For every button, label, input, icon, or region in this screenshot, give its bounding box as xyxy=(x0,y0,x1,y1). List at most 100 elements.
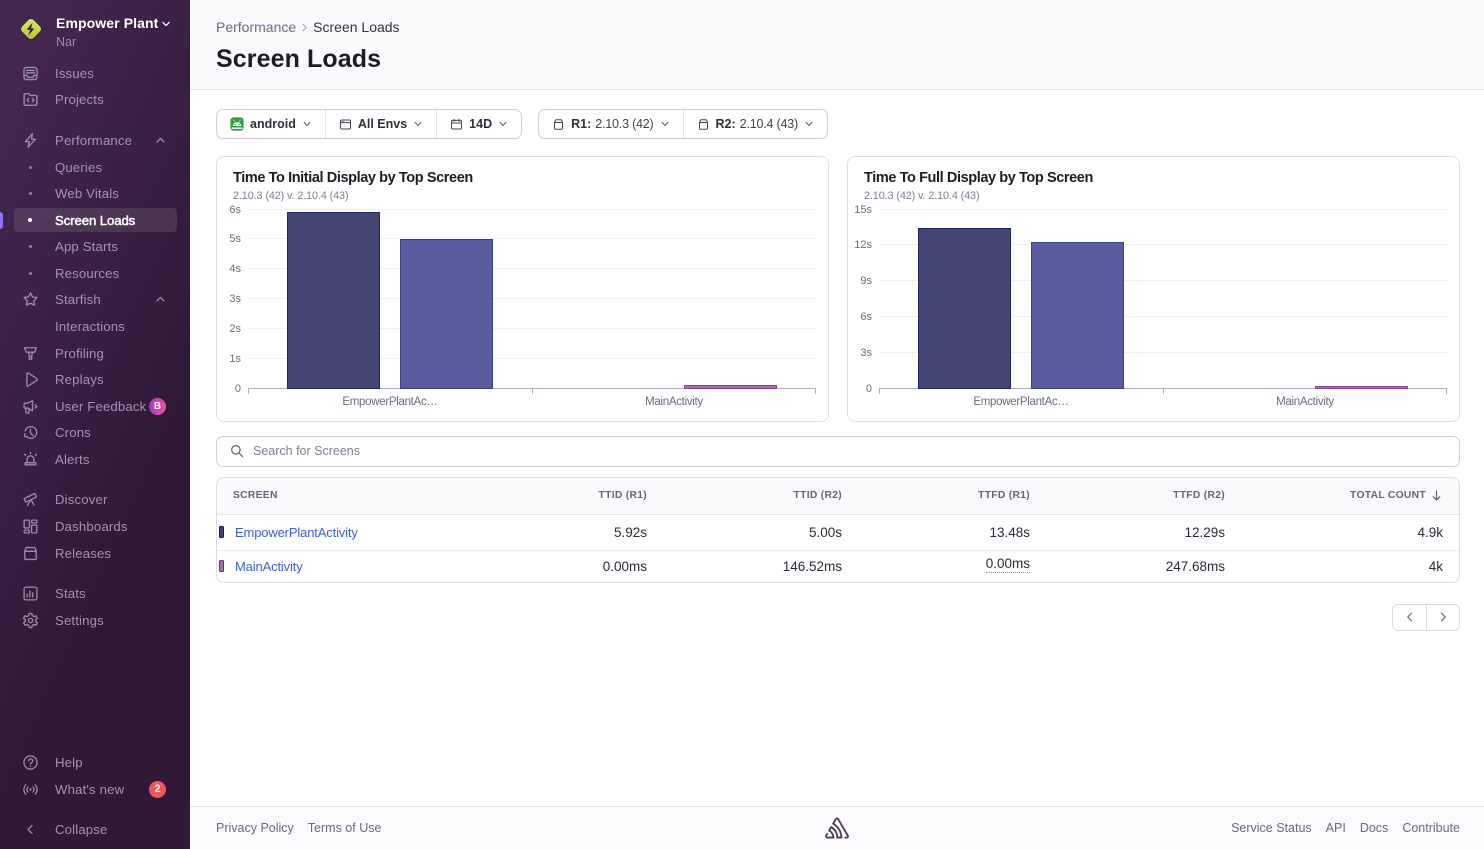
previous-page-button[interactable] xyxy=(1393,605,1426,630)
sidebar-item-label: Web Vitals xyxy=(55,186,119,201)
chart-bar[interactable] xyxy=(684,385,777,389)
page-header: Performance Screen Loads Screen Loads xyxy=(190,0,1484,90)
sidebar-item-label: Help xyxy=(55,755,83,770)
series-color-swatch xyxy=(219,526,224,538)
column-header-ttfd-r2[interactable]: TTFD (R2) xyxy=(1046,478,1241,514)
app: Empower Plant Nar Issues Projects Perfor… xyxy=(0,0,1484,849)
search-input[interactable] xyxy=(253,444,1447,458)
date-range-filter[interactable]: 14D xyxy=(436,110,521,138)
privacy-policy-link[interactable]: Privacy Policy xyxy=(216,821,294,835)
sidebar-item-projects[interactable]: Projects xyxy=(14,88,177,111)
column-header-ttid-r1[interactable]: TTID (R1) xyxy=(461,478,663,514)
ttfd-r1-cell: 0.00ms xyxy=(858,551,1046,582)
sidebar: Empower Plant Nar Issues Projects Perfor… xyxy=(0,0,190,849)
sidebar-item-app-starts[interactable]: App Starts xyxy=(14,235,177,258)
ttid-chart-panel: Time To Initial Display by Top Screen 2.… xyxy=(216,156,829,422)
column-header-ttfd-r1[interactable]: TTFD (R1) xyxy=(858,478,1046,514)
main-content: Performance Screen Loads Screen Loads an… xyxy=(190,0,1484,849)
sidebar-item-label: Projects xyxy=(55,92,104,107)
sidebar-item-settings[interactable]: Settings xyxy=(14,609,177,632)
terms-of-use-link[interactable]: Terms of Use xyxy=(308,821,382,835)
sort-desc-arrow-icon xyxy=(1430,489,1443,502)
release1-filter[interactable]: R1: 2.10.3 (42) xyxy=(539,110,682,138)
chevron-down-icon xyxy=(804,119,814,129)
sidebar-item-resources[interactable]: Resources xyxy=(14,262,177,285)
y-axis-tick-label: 2s xyxy=(229,322,241,336)
sidebar-item-stats[interactable]: Stats xyxy=(14,582,177,605)
screen-link[interactable]: EmpowerPlantActivity xyxy=(235,525,358,540)
sidebar-item-help[interactable]: Help xyxy=(14,751,177,774)
environment-filter[interactable]: All Envs xyxy=(325,110,436,138)
tooltip-underlined-value[interactable]: 0.00ms xyxy=(986,556,1030,573)
sidebar-item-alerts[interactable]: Alerts xyxy=(14,448,177,471)
series-color-swatch xyxy=(219,560,224,572)
bullet-dot xyxy=(21,264,39,282)
breadcrumb: Performance Screen Loads xyxy=(216,20,1460,35)
org-switcher[interactable]: Empower Plant Nar xyxy=(0,0,190,49)
service-status-link[interactable]: Service Status xyxy=(1231,821,1312,835)
x-axis-category-label: MainActivity xyxy=(645,396,703,408)
breadcrumb-performance[interactable]: Performance xyxy=(216,20,296,35)
total-count-cell: 4.9k xyxy=(1241,515,1459,550)
chart-bar[interactable] xyxy=(400,239,493,389)
next-page-button[interactable] xyxy=(1426,605,1459,630)
sidebar-item-dashboards[interactable]: Dashboards xyxy=(14,515,177,538)
chart-bar[interactable] xyxy=(918,228,1011,389)
sidebar-item-label: Queries xyxy=(55,160,102,175)
sidebar-item-profiling[interactable]: Profiling xyxy=(14,341,177,364)
whats-new-count-badge: 2 xyxy=(149,781,166,798)
column-header-total-count[interactable]: TOTAL COUNT xyxy=(1241,478,1459,514)
sidebar-item-issues[interactable]: Issues xyxy=(14,62,177,85)
screen-link[interactable]: MainActivity xyxy=(235,559,303,574)
sidebar-item-crons[interactable]: Crons xyxy=(14,421,177,444)
chevron-down-icon xyxy=(302,119,312,129)
chevron-up-icon[interactable] xyxy=(155,294,166,305)
docs-link[interactable]: Docs xyxy=(1360,821,1388,835)
nav-section-gap xyxy=(0,566,190,580)
chevron-left-icon xyxy=(21,821,39,839)
sidebar-item-web-vitals[interactable]: Web Vitals xyxy=(14,182,177,205)
project-filter-value: android xyxy=(250,117,296,131)
y-axis-tick-label: 12s xyxy=(854,238,872,252)
release2-filter[interactable]: R2: 2.10.4 (43) xyxy=(683,110,827,138)
contribute-link[interactable]: Contribute xyxy=(1402,821,1460,835)
nav-section-gap xyxy=(0,802,190,816)
bullet-dot xyxy=(21,158,39,176)
sidebar-item-label: Starfish xyxy=(55,292,101,307)
sidebar-item-discover[interactable]: Discover xyxy=(14,488,177,511)
sidebar-item-user-feedback[interactable]: User Feedback B xyxy=(14,395,177,418)
sidebar-item-starfish[interactable]: Starfish xyxy=(14,288,177,311)
calendar-icon xyxy=(450,118,463,131)
column-header-screen[interactable]: SCREEN xyxy=(217,478,461,514)
pagination xyxy=(216,604,1460,631)
table-row: MainActivity 0.00ms 146.52ms 0.00ms 247.… xyxy=(217,550,1459,582)
project-filter[interactable]: android xyxy=(217,110,325,138)
chevron-up-icon[interactable] xyxy=(155,135,166,146)
ttfd-chart-panel: Time To Full Display by Top Screen 2.10.… xyxy=(847,156,1460,422)
screen-cell: EmpowerPlantActivity xyxy=(217,515,461,550)
sidebar-item-performance[interactable]: Performance xyxy=(14,129,177,152)
sentry-logo-icon[interactable] xyxy=(825,818,849,839)
sidebar-item-label: Dashboards xyxy=(55,519,128,534)
column-header-ttid-r2[interactable]: TTID (R2) xyxy=(663,478,858,514)
chevron-right-icon xyxy=(300,23,309,32)
bullet-dot xyxy=(21,211,39,229)
telescope-icon xyxy=(21,491,39,509)
chart-bar[interactable] xyxy=(1031,242,1124,389)
sidebar-item-screen-loads[interactable]: Screen Loads xyxy=(14,208,177,231)
sidebar-item-replays[interactable]: Replays xyxy=(14,368,177,391)
sidebar-item-collapse[interactable]: Collapse xyxy=(14,818,177,841)
sidebar-item-label: What's new xyxy=(55,782,124,797)
y-axis-tick-label: 6s xyxy=(229,203,241,217)
y-axis-tick-label: 5s xyxy=(229,232,241,246)
sidebar-item-queries[interactable]: Queries xyxy=(14,155,177,178)
bullet-dot xyxy=(21,238,39,256)
chart-bar[interactable] xyxy=(287,212,380,389)
chevron-down-icon xyxy=(413,119,423,129)
sidebar-item-whats-new[interactable]: What's new 2 xyxy=(14,777,177,800)
sidebar-item-interactions[interactable]: Interactions xyxy=(14,315,177,338)
sidebar-item-releases[interactable]: Releases xyxy=(14,541,177,564)
chart-bar[interactable] xyxy=(1315,386,1408,389)
date-range-filter-value: 14D xyxy=(469,117,492,131)
api-link[interactable]: API xyxy=(1326,821,1346,835)
